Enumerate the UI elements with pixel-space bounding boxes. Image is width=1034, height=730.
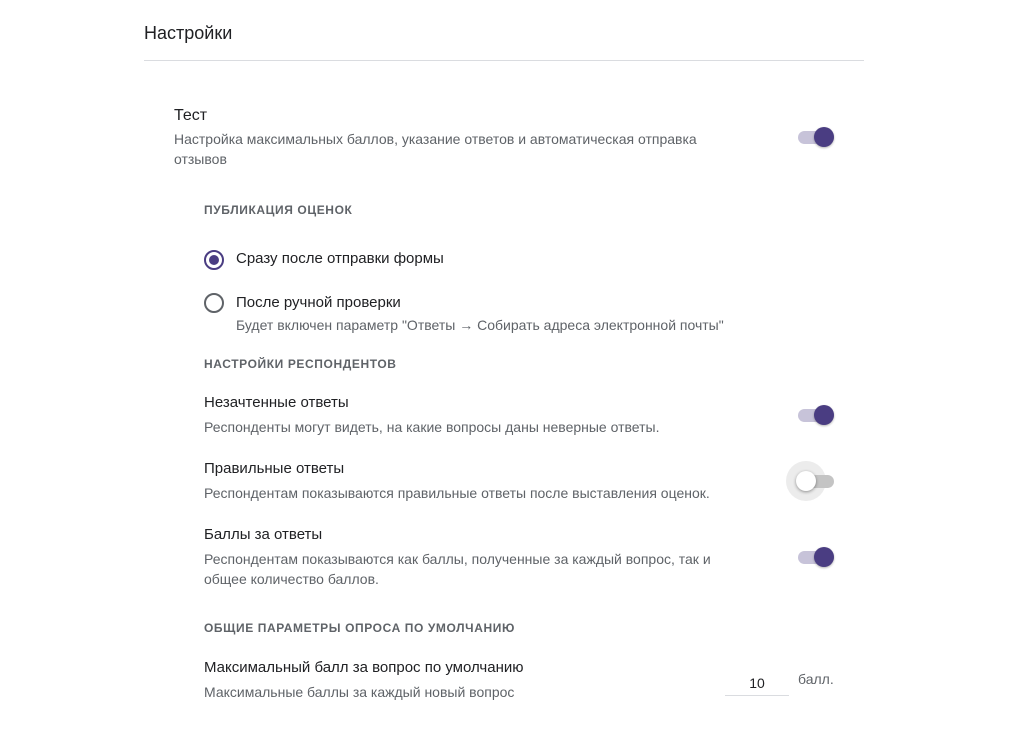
- quiz-title: Тест: [174, 107, 208, 124]
- missed-answers-toggle-thumb: [814, 405, 834, 425]
- correct-answers-toggle[interactable]: [786, 461, 836, 501]
- header-divider: [144, 60, 864, 61]
- point-values-title: Баллы за ответы: [204, 526, 323, 543]
- radio-manual-review[interactable]: [204, 293, 224, 313]
- quiz-toggle[interactable]: [796, 125, 836, 149]
- default-max-points-description: Максимальные баллы за каждый новый вопро…: [204, 684, 515, 700]
- grade-release-heading: ПУБЛИКАЦИЯ ОЦЕНОК: [204, 203, 353, 217]
- point-values-toggle-thumb: [814, 547, 834, 567]
- default-points-input[interactable]: [725, 670, 789, 696]
- page-title: Настройки: [144, 23, 233, 43]
- points-unit-label: балл.: [798, 671, 834, 687]
- correct-answers-toggle-thumb: [796, 471, 816, 491]
- correct-answers-title: Правильные ответы: [204, 460, 345, 477]
- defaults-heading: ОБЩИЕ ПАРАМЕТРЫ ОПРОСА ПО УМОЛЧАНИЮ: [204, 621, 515, 635]
- quiz-description-line2: отзывов: [174, 151, 227, 167]
- point-values-toggle[interactable]: [796, 545, 836, 569]
- radio-immediately[interactable]: [204, 250, 224, 270]
- missed-answers-description: Респонденты могут видеть, на какие вопро…: [204, 419, 660, 435]
- radio-immediately-label[interactable]: Сразу после отправки формы: [236, 249, 444, 269]
- respondent-settings-heading: НАСТРОЙКИ РЕСПОНДЕНТОВ: [204, 357, 397, 371]
- point-values-description-line2: общее количество баллов.: [204, 571, 379, 587]
- radio-manual-review-label[interactable]: После ручной проверки: [236, 293, 401, 313]
- radio-manual-review-hint: Будет включен параметр "Ответы → Собират…: [236, 317, 724, 333]
- settings-page: Настройки Тест Настройка максимальных ба…: [0, 0, 1034, 730]
- missed-answers-title: Незачтенные ответы: [204, 394, 349, 411]
- point-values-description-line1: Респондентам показываются как баллы, пол…: [204, 551, 711, 567]
- missed-answers-toggle[interactable]: [796, 403, 836, 427]
- correct-answers-description: Респондентам показываются правильные отв…: [204, 485, 710, 501]
- quiz-toggle-thumb: [814, 127, 834, 147]
- default-max-points-title: Максимальный балл за вопрос по умолчанию: [204, 659, 524, 676]
- quiz-description-line1: Настройка максимальных баллов, указание …: [174, 131, 697, 147]
